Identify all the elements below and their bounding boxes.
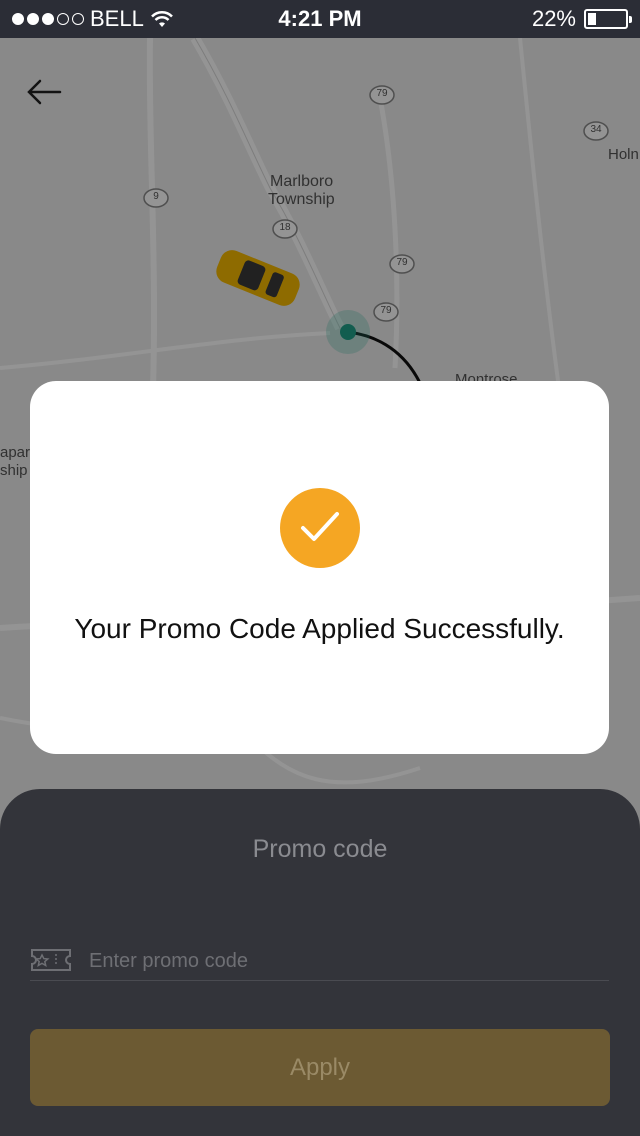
promo-input-row <box>30 944 609 981</box>
apply-button[interactable]: Apply <box>30 1029 610 1106</box>
success-modal: Your Promo Code Applied Successfully. <box>30 381 609 754</box>
promo-code-input[interactable] <box>89 944 589 978</box>
status-bar: BELL 4:21 PM 22% <box>0 0 640 38</box>
battery-icon <box>584 9 632 29</box>
success-badge <box>280 488 360 568</box>
promo-code-sheet: Promo code Apply <box>0 789 640 1136</box>
success-message: Your Promo Code Applied Successfully. <box>74 613 565 644</box>
sheet-title: Promo code <box>252 835 388 863</box>
ticket-icon <box>31 949 71 971</box>
status-right: 22% <box>531 6 632 32</box>
check-icon <box>301 512 339 541</box>
battery-percent: 22% <box>531 6 576 31</box>
